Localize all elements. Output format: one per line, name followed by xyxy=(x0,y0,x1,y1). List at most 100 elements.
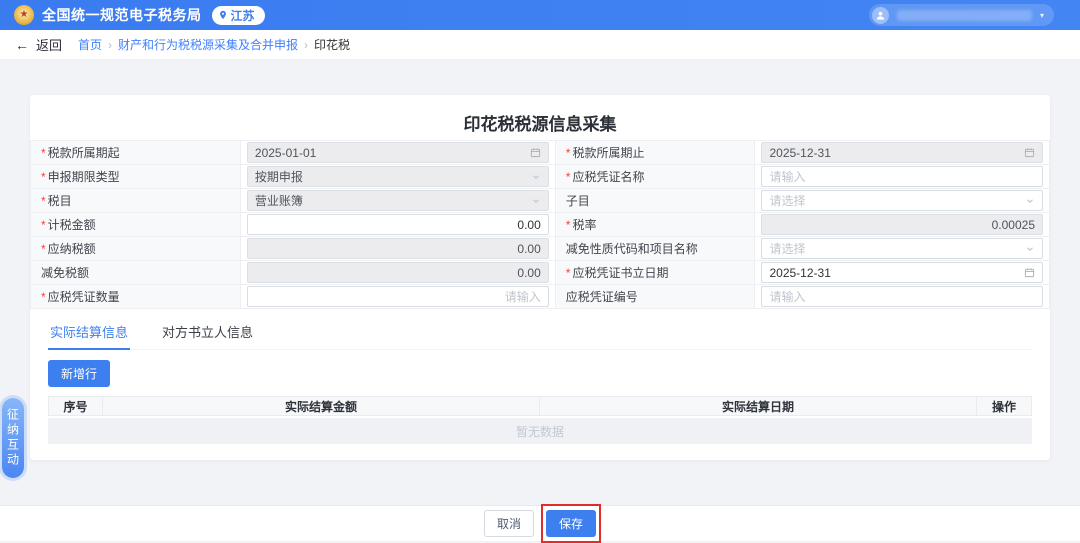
user-avatar-icon xyxy=(872,7,889,24)
field-cell-voucher-number: 请输入 xyxy=(755,285,1050,309)
field-voucher-quantity[interactable]: 请输入 xyxy=(247,286,549,307)
breadcrumb-item: 印花税 xyxy=(314,36,350,53)
chevron-down-icon xyxy=(1025,196,1035,206)
form-row: *税款所属期起2025-01-01*税款所属期止2025-12-31 xyxy=(31,141,1050,165)
settlement-table: 序号实际结算金额实际结算日期操作 暂无数据 xyxy=(48,396,1032,444)
breadcrumb-item[interactable]: 首页 xyxy=(78,36,102,53)
table-header-col-settlement-date: 实际结算日期 xyxy=(540,397,977,415)
app-title: 全国统一规范电子税务局 xyxy=(42,5,202,25)
breadcrumb-separator: › xyxy=(304,38,308,52)
field-value: 2025-12-31 xyxy=(769,266,1020,280)
field-tax-rate: 0.00025 xyxy=(761,214,1043,235)
stamp-tax-form: *税款所属期起2025-01-01*税款所属期止2025-12-31*申报期限类… xyxy=(30,140,1050,309)
field-label-voucher-quantity: *应税凭证数量 xyxy=(31,285,241,309)
location-pin-icon xyxy=(218,10,228,20)
field-label-tax-payable: *应纳税额 xyxy=(31,237,241,261)
interaction-side-tab[interactable]: 征纳互动 xyxy=(2,398,24,478)
back-arrow-icon: ← xyxy=(15,38,29,52)
field-cell-filing-period-type: 按期申报 xyxy=(240,165,555,189)
field-label-voucher-number: 应税凭证编号 xyxy=(555,285,755,309)
field-value: 2025-12-31 xyxy=(769,146,1020,160)
tabs: 实际结算信息对方书立人信息 xyxy=(48,318,1032,350)
field-label-voucher-signing-date: *应税凭证书立日期 xyxy=(555,261,755,285)
chevron-down-icon xyxy=(531,196,541,206)
field-cell-tax-payable: 0.00 xyxy=(240,237,555,261)
field-label-tax-basis-amount: *计税金额 xyxy=(31,213,241,237)
table-header-row: 序号实际结算金额实际结算日期操作 xyxy=(48,396,1032,416)
form-row: *税目营业账簿子目请选择 xyxy=(31,189,1050,213)
required-asterisk: * xyxy=(41,194,46,208)
field-placeholder: 请输入 xyxy=(769,288,1035,305)
field-tax-basis-amount[interactable]: 0.00 xyxy=(247,214,549,235)
field-cell-tax-rate: 0.00025 xyxy=(755,213,1050,237)
tab-counterparty-signer-info[interactable]: 对方书立人信息 xyxy=(160,318,255,349)
required-asterisk: * xyxy=(566,218,571,232)
calendar-icon xyxy=(1024,147,1035,158)
required-asterisk: * xyxy=(41,290,46,304)
field-placeholder: 请输入 xyxy=(255,288,541,305)
field-placeholder: 请输入 xyxy=(769,168,1035,185)
field-value: 0.00 xyxy=(255,218,541,232)
field-label-reduction-code-and-name: 减免性质代码和项目名称 xyxy=(555,237,755,261)
page-title: 印花税税源信息采集 xyxy=(30,95,1050,140)
breadcrumb-items: 首页›财产和行为税税源采集及合并申报›印花税 xyxy=(78,36,350,53)
field-value: 营业账簿 xyxy=(255,192,527,209)
table-header-col-index: 序号 xyxy=(49,397,103,415)
chevron-down-icon xyxy=(531,172,541,182)
field-value: 0.00 xyxy=(255,266,541,280)
required-asterisk: * xyxy=(41,218,46,232)
required-asterisk: * xyxy=(566,266,571,280)
region-badge[interactable]: 江苏 xyxy=(212,6,265,25)
field-cell-sub-item: 请选择 xyxy=(755,189,1050,213)
user-menu[interactable]: ▾ xyxy=(869,4,1054,26)
table-header-col-actions: 操作 xyxy=(977,397,1031,415)
field-label-reduced-tax-amount: 减免税额 xyxy=(31,261,241,285)
user-dropdown-caret-icon: ▾ xyxy=(1040,11,1044,20)
save-button[interactable]: 保存 xyxy=(546,510,596,537)
form-card: 印花税税源信息采集 *税款所属期起2025-01-01*税款所属期止2025-1… xyxy=(30,95,1050,460)
cancel-button[interactable]: 取消 xyxy=(484,510,534,537)
field-value: 按期申报 xyxy=(255,168,527,185)
breadcrumb-item[interactable]: 财产和行为税税源采集及合并申报 xyxy=(118,36,298,53)
required-asterisk: * xyxy=(41,146,46,160)
calendar-icon xyxy=(1024,267,1035,278)
field-voucher-number[interactable]: 请输入 xyxy=(761,286,1043,307)
form-row: *计税金额 0.00 *税率 0.00025 xyxy=(31,213,1050,237)
field-tax-payable: 0.00 xyxy=(247,238,549,259)
field-voucher-signing-date[interactable]: 2025-12-31 xyxy=(761,262,1043,283)
breadcrumb-bar: ← 返回 首页›财产和行为税税源采集及合并申报›印花税 xyxy=(0,30,1080,60)
field-cell-reduced-tax-amount: 0.00 xyxy=(240,261,555,285)
chevron-down-icon xyxy=(1025,244,1035,254)
field-reduction-code-and-name[interactable]: 请选择 xyxy=(761,238,1043,259)
field-cell-tax-item: 营业账簿 xyxy=(240,189,555,213)
field-placeholder: 请选择 xyxy=(769,192,1021,209)
field-cell-tax-period-start: 2025-01-01 xyxy=(240,141,555,165)
back-button[interactable]: ← 返回 xyxy=(15,35,62,54)
required-asterisk: * xyxy=(41,242,46,256)
user-info-redacted xyxy=(897,10,1032,21)
field-label-filing-period-type: *申报期限类型 xyxy=(31,165,241,189)
tab-actual-settlement-info[interactable]: 实际结算信息 xyxy=(48,318,130,350)
field-taxable-voucher-name[interactable]: 请输入 xyxy=(761,166,1043,187)
table-header-col-settlement-amount: 实际结算金额 xyxy=(103,397,540,415)
add-row-button[interactable]: 新增行 xyxy=(48,360,110,387)
field-reduced-tax-amount: 0.00 xyxy=(247,262,549,283)
field-tax-item: 营业账簿 xyxy=(247,190,549,211)
field-cell-voucher-quantity: 请输入 xyxy=(240,285,555,309)
form-row: *申报期限类型按期申报*应税凭证名称请输入 xyxy=(31,165,1050,189)
required-asterisk: * xyxy=(566,170,571,184)
field-tax-period-start: 2025-01-01 xyxy=(247,142,549,163)
field-filing-period-type: 按期申报 xyxy=(247,166,549,187)
required-asterisk: * xyxy=(41,170,46,184)
field-value: 0.00 xyxy=(255,242,541,256)
form-row: 减免税额 0.00 *应税凭证书立日期 2025-12-31 xyxy=(31,261,1050,285)
table-empty-state: 暂无数据 xyxy=(48,418,1032,444)
field-label-tax-period-start: *税款所属期起 xyxy=(31,141,241,165)
calendar-icon xyxy=(530,147,541,158)
field-cell-tax-basis-amount: 0.00 xyxy=(240,213,555,237)
page-footer: 取消 保存 xyxy=(0,505,1080,541)
field-label-tax-rate: *税率 xyxy=(555,213,755,237)
form-row: *应纳税额 0.00 减免性质代码和项目名称请选择 xyxy=(31,237,1050,261)
field-placeholder: 请选择 xyxy=(769,240,1021,257)
field-sub-item[interactable]: 请选择 xyxy=(761,190,1043,211)
